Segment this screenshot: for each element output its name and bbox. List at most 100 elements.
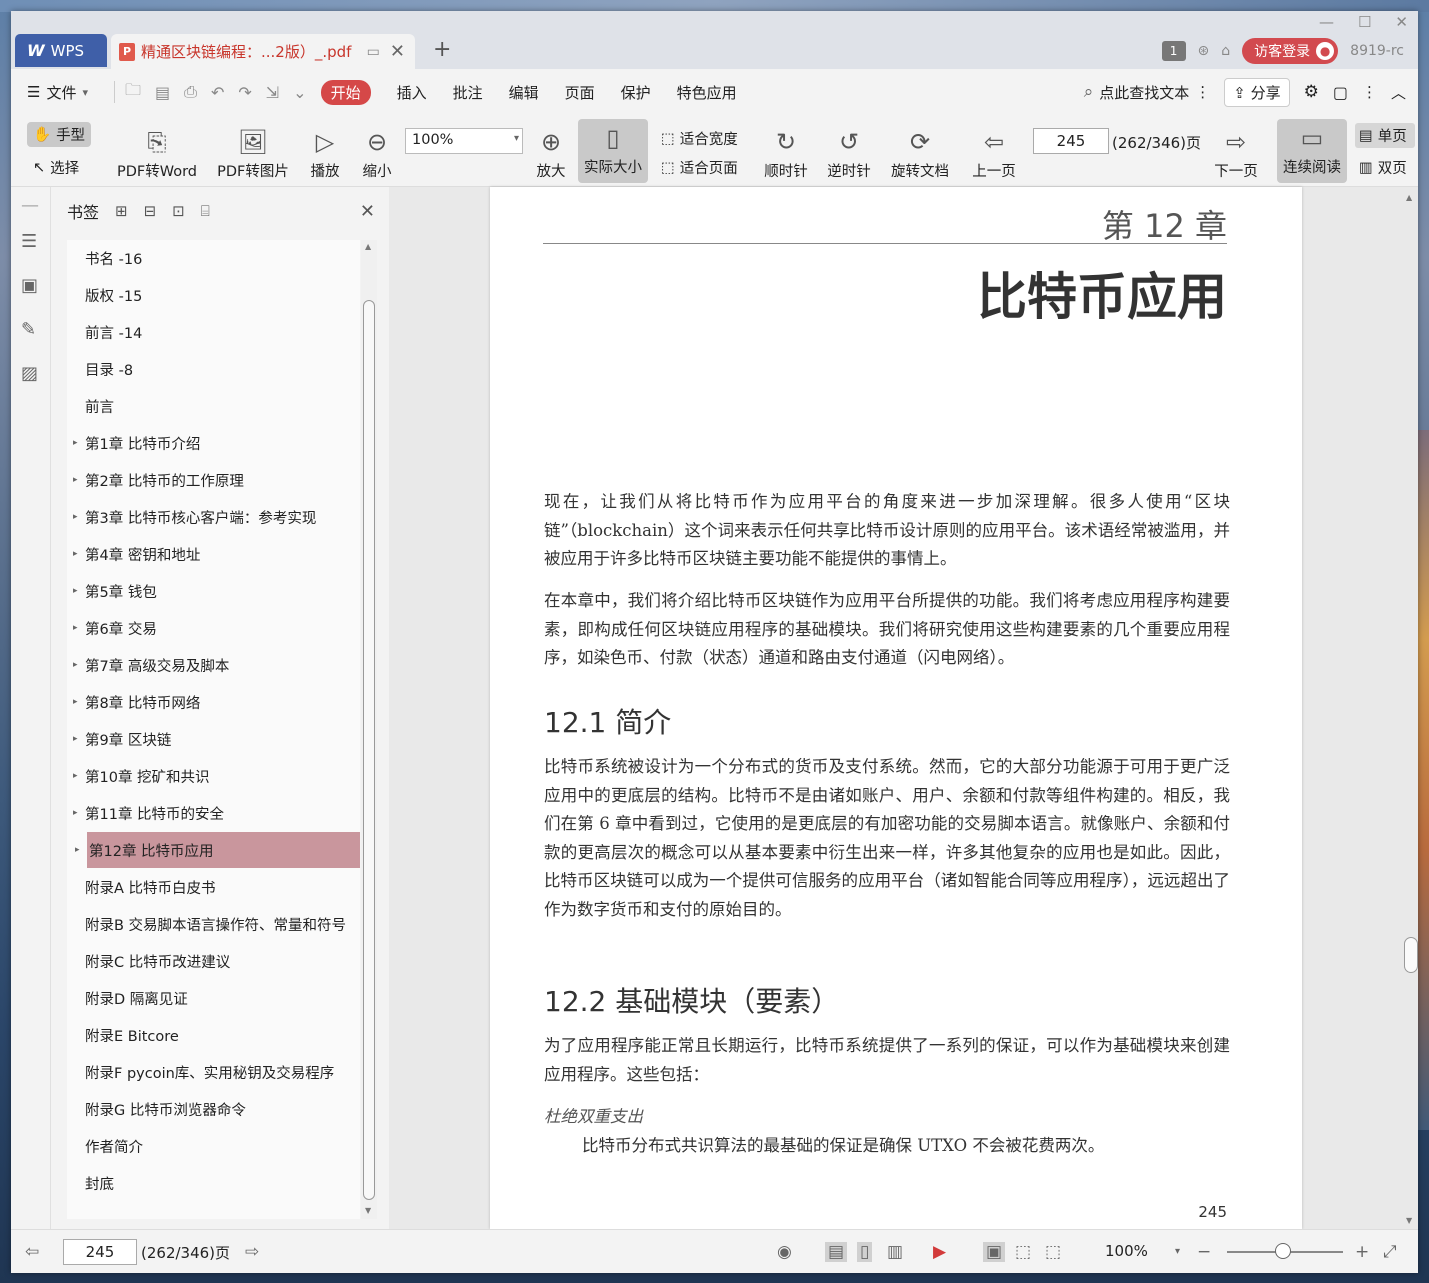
tab-protect[interactable]: 保护 xyxy=(621,82,651,103)
eye-protect-icon[interactable]: ◉ xyxy=(777,1242,792,1262)
comment-icon[interactable]: ▢ xyxy=(1333,83,1348,102)
tab-edit[interactable]: 编辑 xyxy=(509,82,539,103)
document-scrollbar[interactable]: ▲ ▼ xyxy=(1402,187,1418,1229)
status-prev-icon[interactable]: ⇦ xyxy=(25,1242,39,1262)
status-zoom-value[interactable]: 100% xyxy=(1105,1242,1148,1260)
double-view-icon[interactable]: ▥ xyxy=(887,1242,903,1262)
zoom-select[interactable]: 100% xyxy=(405,128,523,154)
bookmark-scrollbar[interactable]: ▲ ▼ xyxy=(361,240,377,1219)
more-chevron-icon[interactable]: ⌄ xyxy=(293,83,306,102)
zoom-plus-icon[interactable]: + xyxy=(1355,1242,1369,1262)
zoom-slider-knob[interactable] xyxy=(1275,1243,1291,1259)
bookmark-item[interactable]: 附录G 比特币浏览器命令 xyxy=(85,1091,358,1127)
guest-login-button[interactable]: 访客登录 ● xyxy=(1242,38,1339,64)
expand-arrow-icon[interactable]: ▸ xyxy=(73,586,78,596)
hand-tool-button[interactable]: ✋ 手型 xyxy=(27,122,92,147)
expand-arrow-icon[interactable]: ▸ xyxy=(73,438,78,448)
bookmark-item[interactable]: 附录C 比特币改进建议 xyxy=(85,943,358,979)
play-slideshow-icon[interactable]: ▶ xyxy=(933,1242,946,1262)
scroll-down-icon[interactable]: ▼ xyxy=(365,1206,371,1215)
bookmark-item[interactable]: 前言 -14 xyxy=(85,314,358,350)
bookmark-item[interactable]: 附录B 交易脚本语言操作符、常量和符号 xyxy=(85,906,358,942)
fit-page-button[interactable]: ⬚ 适合页面 xyxy=(661,157,738,178)
bookmark-item[interactable]: 作者简介 xyxy=(85,1128,358,1164)
bookmark-item[interactable]: 附录F pycoin库、实用秘钥及交易程序 xyxy=(85,1054,358,1090)
open-icon[interactable]: 🗀 xyxy=(125,79,141,106)
close-panel-icon[interactable]: ✕ xyxy=(360,201,375,222)
window-count-badge[interactable]: 1 xyxy=(1161,41,1186,61)
continuous-view-icon[interactable]: ▤ xyxy=(825,1242,848,1262)
print-icon[interactable]: ⎙ xyxy=(184,82,197,102)
sync-icon[interactable]: ⊛ xyxy=(1198,43,1210,59)
more-vert-icon[interactable]: ⋮ xyxy=(1195,83,1210,101)
wps-home-tab[interactable]: W WPS xyxy=(15,34,107,67)
single-page-button[interactable]: ▤ 单页 xyxy=(1355,123,1415,148)
new-tab-icon[interactable]: + xyxy=(433,37,451,62)
expand-arrow-icon[interactable]: ▸ xyxy=(73,771,78,781)
attachment-icon[interactable]: ▨ xyxy=(21,363,38,384)
share-button[interactable]: ⇪ 分享 xyxy=(1224,77,1290,107)
expand-arrow-icon[interactable]: ▸ xyxy=(73,734,78,744)
more-options-icon[interactable]: ⋮ xyxy=(1362,83,1377,101)
expand-arrow-icon[interactable]: ▸ xyxy=(75,845,80,855)
export-icon[interactable]: ⇲ xyxy=(266,83,279,102)
fullscreen-icon[interactable]: ⤢ xyxy=(1383,1242,1397,1262)
page-number-input[interactable]: 245 xyxy=(1033,128,1109,154)
bookmark-item[interactable]: ▸ 第5章 钱包 xyxy=(73,573,358,609)
bookmark-item[interactable]: ▸ 第2章 比特币的工作原理 xyxy=(73,462,358,498)
tab-special[interactable]: 特色应用 xyxy=(677,82,737,103)
tab-start[interactable]: 开始 xyxy=(320,79,371,105)
rotate-cw-button[interactable]: ↻ 顺时针 xyxy=(761,115,811,187)
tab-insert[interactable]: 插入 xyxy=(397,82,427,103)
bookmark-item[interactable]: ▸ 第11章 比特币的安全 xyxy=(73,795,358,831)
pdf-to-image-button[interactable]: 🖼 PDF转图片 xyxy=(213,115,293,187)
expand-all-icon[interactable]: ⊞ xyxy=(115,202,128,220)
annotation-icon[interactable]: ✎ xyxy=(21,319,36,340)
add-bookmark-icon[interactable]: ⊡ xyxy=(172,202,185,220)
bookmark-item[interactable]: ▸ 第8章 比特币网络 xyxy=(73,684,358,720)
rotate-document-button[interactable]: ⟳ 旋转文档 xyxy=(887,115,953,187)
bookmark-item[interactable]: 版权 -15 xyxy=(85,277,358,313)
fit-page-status-icon[interactable]: ⬚ xyxy=(1015,1242,1031,1262)
bookmark-item[interactable]: 附录A 比特币白皮书 xyxy=(85,869,358,905)
bookmark-item[interactable]: 封底 xyxy=(85,1165,358,1201)
fit-width-status-icon[interactable]: ⬚ xyxy=(1045,1242,1061,1262)
prev-page-button[interactable]: ⇦ 上一页 xyxy=(969,115,1019,187)
save-icon[interactable]: ▤ xyxy=(155,83,170,102)
expand-arrow-icon[interactable]: ▸ xyxy=(73,475,78,485)
settings-gear-icon[interactable]: ⚙ xyxy=(1304,82,1319,102)
bookmark-scroll-thumb[interactable] xyxy=(363,300,375,1200)
single-view-icon[interactable]: ▯ xyxy=(857,1242,873,1262)
expand-arrow-icon[interactable]: ▸ xyxy=(73,697,78,707)
bookmark-item[interactable]: ▸ 第7章 高级交易及脚本 xyxy=(73,647,358,683)
close-tab-icon[interactable]: ✕ xyxy=(390,41,405,62)
bookmark-item[interactable]: 附录E Bitcore xyxy=(85,1017,358,1053)
bookmark-item-selected[interactable]: ▸ 第12章 比特币应用 xyxy=(75,832,360,868)
bookmark-item[interactable]: ▸ 第6章 交易 xyxy=(73,610,358,646)
actual-size-status-icon[interactable]: ▣ xyxy=(983,1242,1006,1262)
redo-icon[interactable]: ↷ xyxy=(238,83,251,102)
zoom-dropdown-icon[interactable]: ▾ xyxy=(1175,1246,1180,1257)
document-viewport[interactable]: 第 12 章 比特币应用 现在，让我们从将比特币作为应用平台的角度来进一步加深理… xyxy=(389,187,1418,1229)
bookmark-item[interactable]: 书名 -16 xyxy=(85,240,358,276)
zoom-in-button[interactable]: ⊕ 放大 xyxy=(533,115,569,187)
bookmark-item[interactable]: ▸ 第4章 密钥和地址 xyxy=(73,536,358,572)
double-page-button[interactable]: ▥ 双页 xyxy=(1359,157,1415,178)
monitor-icon[interactable]: ▭ xyxy=(367,44,380,60)
close-window-icon[interactable]: ✕ xyxy=(1395,13,1408,31)
document-scroll-thumb[interactable] xyxy=(1404,937,1418,973)
bookmark-panel-icon[interactable]: ☰ xyxy=(21,231,37,252)
undo-icon[interactable]: ↶ xyxy=(211,83,224,102)
bookmark-item[interactable]: ▸ 第3章 比特币核心客户端：参考实现 xyxy=(73,499,358,535)
collapse-all-icon[interactable]: ⊟ xyxy=(144,202,157,220)
skin-icon[interactable]: ⌂ xyxy=(1221,43,1230,59)
file-menu[interactable]: ☰ 文件 ▾ xyxy=(27,82,88,103)
next-page-button[interactable]: ⇨ 下一页 xyxy=(1211,115,1261,187)
bookmark-options-icon[interactable]: ⌸ xyxy=(201,202,210,220)
tab-page[interactable]: 页面 xyxy=(565,82,595,103)
bookmark-item[interactable]: 附录D 隔离见证 xyxy=(85,980,358,1016)
status-next-icon[interactable]: ⇨ xyxy=(245,1242,259,1262)
select-tool-button[interactable]: ↖ 选择 xyxy=(33,157,79,178)
maximize-icon[interactable]: ☐ xyxy=(1358,13,1371,31)
doc-scroll-up-icon[interactable]: ▲ xyxy=(1406,193,1412,202)
